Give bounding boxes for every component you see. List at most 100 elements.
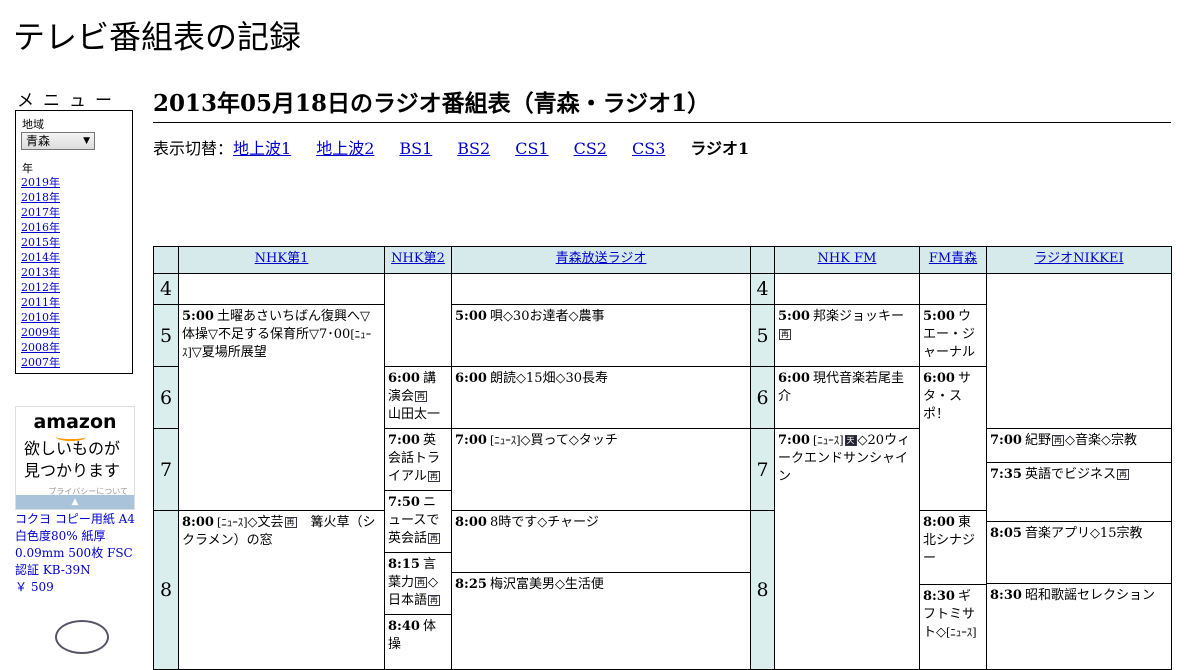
switch-link-chijo1[interactable]: 地上波1 bbox=[233, 139, 291, 158]
program-cell[interactable]: 5:00 唄◇30お達者◇農事 bbox=[451, 304, 751, 367]
switch-link-bs2[interactable]: BS2 bbox=[457, 139, 490, 158]
year-label: 年 bbox=[22, 162, 33, 175]
program-time: 7:00 bbox=[990, 433, 1022, 448]
year-link[interactable]: 2017年 bbox=[21, 206, 60, 219]
channel-link-fmaomori[interactable]: FM青森 bbox=[929, 251, 977, 266]
program-time: 5:00 bbox=[455, 309, 487, 324]
switch-current: ラジオ1 bbox=[690, 139, 750, 158]
program-cell[interactable]: 8:15 言葉力再 ◇日本語再 bbox=[384, 552, 452, 615]
switch-link-cs3[interactable]: CS3 bbox=[632, 139, 665, 158]
switch-link-chijo2[interactable]: 地上波2 bbox=[316, 139, 374, 158]
program-time: 5:00 bbox=[778, 309, 810, 324]
program-time: 8:30 bbox=[923, 589, 955, 604]
hour-label: 6 bbox=[750, 366, 775, 429]
program-cell[interactable]: 8:40 体操 bbox=[384, 614, 452, 670]
program-cell[interactable]: 7:00 [ﾆｭｰｽ]◇買って◇タッチ bbox=[451, 428, 751, 511]
year-link[interactable]: 2019年 bbox=[21, 176, 60, 189]
empty-slot bbox=[178, 273, 385, 305]
year-link[interactable]: 2016年 bbox=[21, 221, 60, 234]
product-name[interactable]: コクヨ コピー用紙 A4 白色度80% 紙厚 0.09mm 500枚 FSC認証… bbox=[15, 511, 135, 579]
program-cell[interactable]: 7:35 英語でビジネス再 bbox=[986, 462, 1172, 522]
hour-label: 5 bbox=[750, 304, 775, 367]
program-cell[interactable]: 8:30 ギフトミサト◇[ﾆｭｰｽ] bbox=[919, 584, 987, 670]
rerun-icon: 再 bbox=[284, 517, 297, 528]
program-cell[interactable]: 6:00 サタ・スポ！ bbox=[919, 366, 987, 511]
program-title: 英語でビジネス bbox=[1024, 467, 1116, 482]
program-cell[interactable]: 7:00 英会話トライアル再 bbox=[384, 428, 452, 491]
ad-collapse-bar[interactable]: ▲ bbox=[16, 495, 134, 509]
year-link[interactable]: 2015年 bbox=[21, 236, 60, 249]
channel-link-rab[interactable]: 青森放送ラジオ bbox=[556, 251, 647, 266]
program-cell[interactable]: 8:00 東北シナジー bbox=[919, 510, 987, 585]
program-cell[interactable]: 8:05 音楽アプリ◇15宗教 bbox=[986, 521, 1172, 584]
program-cell[interactable]: 7:00 [ﾆｭｰｽ] 天 ◇20ウィークエンドサンシャイン bbox=[774, 428, 920, 670]
program-time: 8:00 bbox=[923, 515, 955, 530]
program-cell[interactable]: 8:00 8時です◇チャージ bbox=[451, 510, 751, 573]
menu-box: 地域 青森 ▼ 年 2019年 2018年 2017年 2016年 2015年 … bbox=[15, 110, 133, 374]
region-select-value: 青森 bbox=[26, 134, 51, 148]
product-ad[interactable]: コクヨ コピー用紙 A4 白色度80% 紙厚 0.09mm 500枚 FSC認証… bbox=[15, 511, 135, 596]
year-link[interactable]: 2011年 bbox=[21, 296, 60, 309]
news-tag: [ﾆｭｰｽ] bbox=[946, 626, 977, 639]
switch-link-cs2[interactable]: CS2 bbox=[574, 139, 607, 158]
channel-header: FM青森 bbox=[919, 246, 987, 274]
switch-link-cs1[interactable]: CS1 bbox=[515, 139, 548, 158]
hour-label: 7 bbox=[750, 428, 775, 511]
site-title: テレビ番組表の記録 bbox=[13, 18, 302, 56]
switch-link-bs1[interactable]: BS1 bbox=[399, 139, 432, 158]
channel-header: ラジオNIKKEI bbox=[986, 246, 1172, 274]
program-grid: NHK第1 NHK第2 青森放送ラジオ NHK FM FM青森 ラジオNIKKE… bbox=[153, 246, 1172, 670]
news-tag: [ﾆｭｰｽ] bbox=[489, 434, 521, 447]
channel-link-nhkfm[interactable]: NHK FM bbox=[818, 251, 877, 266]
hour-label: 4 bbox=[153, 273, 179, 305]
program-time: 8:15 bbox=[388, 557, 420, 572]
year-link[interactable]: 2007年 bbox=[21, 356, 60, 369]
rerun-icon: 再 bbox=[1116, 469, 1129, 480]
program-title: 紀野 bbox=[1024, 433, 1051, 448]
channel-link-nhk2[interactable]: NHK第2 bbox=[391, 251, 445, 266]
rerun-icon: 再 bbox=[1051, 435, 1064, 446]
channel-link-nhk1[interactable]: NHK第1 bbox=[255, 251, 309, 266]
program-cell[interactable]: 5:00 邦楽ジョッキー再 bbox=[774, 304, 920, 367]
program-time: 6:00 bbox=[923, 371, 955, 386]
year-link[interactable]: 2014年 bbox=[21, 251, 60, 264]
program-time: 7:50 bbox=[388, 495, 420, 510]
rerun-icon: 再 bbox=[779, 329, 791, 340]
program-cell[interactable]: 5:00 ウエー・ジャーナル bbox=[919, 304, 987, 367]
year-link[interactable]: 2009年 bbox=[21, 326, 60, 339]
program-title: ◇音楽◇宗教 bbox=[1064, 433, 1137, 448]
program-title: 梅沢富美男◇生活便 bbox=[489, 577, 604, 592]
header-spacer bbox=[153, 246, 179, 274]
year-link[interactable]: 2018年 bbox=[21, 191, 60, 204]
news-tag: [ﾆｭｰｽ] bbox=[812, 434, 844, 447]
program-cell[interactable]: 6:00 現代音楽若尾圭介 bbox=[774, 366, 920, 429]
year-link[interactable]: 2008年 bbox=[21, 341, 60, 354]
program-cell[interactable]: 6:00 講演会再 山田太一 bbox=[384, 366, 452, 429]
hour-label: 8 bbox=[153, 510, 179, 670]
program-cell[interactable]: 7:50 ニュースで英会話再 bbox=[384, 490, 452, 553]
channel-link-nikkei[interactable]: ラジオNIKKEI bbox=[1034, 251, 1123, 266]
year-link[interactable]: 2013年 bbox=[21, 266, 60, 279]
switcher-label: 表示切替： bbox=[153, 139, 234, 158]
hour-label: 4 bbox=[750, 273, 775, 305]
channel-header: NHK第1 bbox=[178, 246, 385, 274]
product-price: ￥ 509 bbox=[15, 580, 54, 594]
program-cell[interactable]: 8:30 昭和歌謡セレクション bbox=[986, 583, 1172, 670]
program-cell[interactable]: 8:00 [ﾆｭｰｽ]◇文芸再 篝火草（シクラメン）の窓 bbox=[178, 510, 385, 670]
region-select[interactable]: 青森 ▼ bbox=[21, 132, 95, 150]
product-thumbnail[interactable] bbox=[55, 620, 109, 654]
year-link[interactable]: 2010年 bbox=[21, 311, 60, 324]
program-cell[interactable]: 8:25 梅沢富美男◇生活便 bbox=[451, 572, 751, 670]
amazon-ad-banner[interactable]: amazon 欲しいものが 見つかります プライバシーについて ▲ bbox=[15, 406, 135, 510]
news-tag: [ﾆｭｰｽ] bbox=[216, 516, 248, 529]
program-title: 唄◇30お達者◇農事 bbox=[489, 309, 605, 324]
program-cell[interactable]: 6:00 朗読◇15畑◇30長寿 bbox=[451, 366, 751, 429]
program-time: 7:00 bbox=[778, 433, 810, 448]
channel-header: NHK FM bbox=[774, 246, 920, 274]
program-time: 6:00 bbox=[388, 371, 420, 386]
program-cell[interactable]: 5:00 土曜あさいちばん復興へ▽体操▽不足する保育所▽7･00[ﾆｭｰｽ]▽夏場… bbox=[178, 304, 385, 511]
program-title: 山田太一 bbox=[388, 407, 441, 422]
hour-label: 6 bbox=[153, 366, 179, 429]
program-cell[interactable]: 7:00 紀野再 ◇音楽◇宗教 bbox=[986, 428, 1172, 463]
year-link[interactable]: 2012年 bbox=[21, 281, 60, 294]
